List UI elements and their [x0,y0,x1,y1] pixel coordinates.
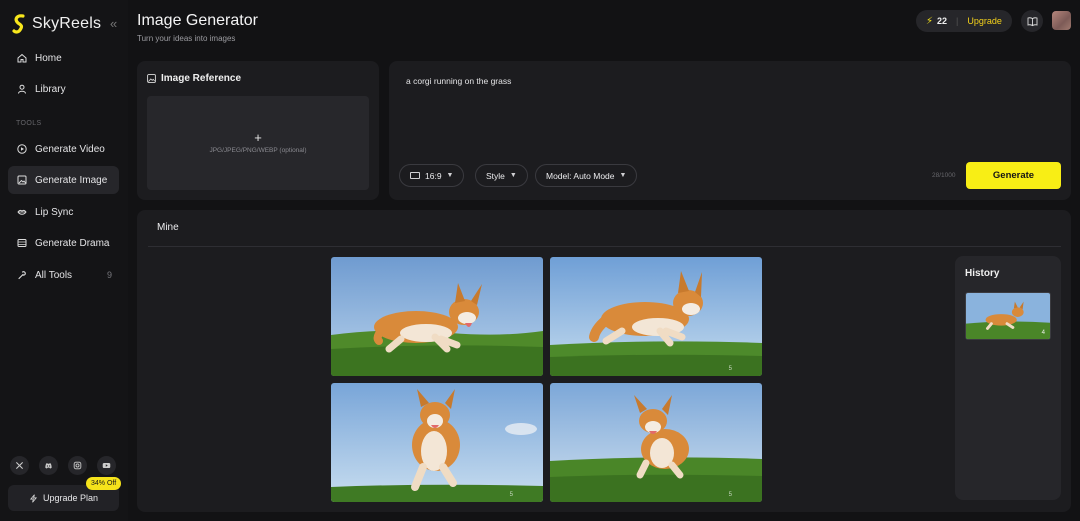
sidebar-item-label: Library [35,83,66,95]
sidebar-item-generate-video[interactable]: Generate Video [8,135,119,163]
discount-badge: 34% Off [86,477,122,490]
model-value: Model: Auto Mode [546,170,615,181]
image-upload-dropzone[interactable]: + JPG/JPEG/PNG/WEBP (optional) [147,96,369,190]
tools-count: 9 [106,270,112,280]
separator: | [956,16,959,26]
book-icon [1027,16,1037,26]
history-image-count: 4 [1041,330,1045,336]
sidebar-item-home[interactable]: Home [8,44,119,72]
brand-name: SkyReels [32,15,102,32]
generated-image-1[interactable] [331,257,543,376]
sidebar-item-generate-image[interactable]: Generate Image [8,166,119,194]
image-icon [17,175,27,185]
sidebar-item-all-tools[interactable]: All Tools 9 [8,261,119,289]
corgi-thumbnail-image [966,293,1050,339]
generated-image-3[interactable]: 5 [331,383,543,502]
results-panel: Mine 5 5 5 History 4 [137,210,1071,512]
tools-icon [18,271,26,280]
instagram-icon[interactable] [68,456,87,475]
prompt-input[interactable]: a corgi running on the grass [406,76,511,86]
page-subtitle: Turn your ideas into images [137,34,236,43]
page-title: Image Generator [137,12,258,29]
docs-button[interactable] [1021,10,1043,32]
sidebar-item-library[interactable]: Library [8,75,119,103]
sidebar-item-lip-sync[interactable]: Lip Sync [8,198,119,226]
plus-icon: + [254,130,262,145]
aspect-ratio-select[interactable]: 16:9 ▼ [399,164,465,187]
sidebar-item-label: Lip Sync [35,206,74,218]
sidebar-item-label: Generate Image [35,174,108,186]
discord-icon[interactable] [39,456,58,475]
corgi-image [331,383,543,502]
sidebar: SkyReels « Home Library TOOLS Generate V… [0,0,128,521]
film-icon [17,239,27,247]
style-value: Style [486,170,505,181]
lips-icon [17,209,27,215]
credits-count: 22 [937,16,948,26]
divider [148,246,1061,247]
sidebar-item-label: Home [35,52,62,64]
aspect-ratio-icon [410,172,420,179]
aspect-ratio-value: 16:9 [425,170,442,181]
avatar[interactable] [1052,11,1071,30]
image-index: 5 [509,492,513,498]
history-title: History [965,268,1000,279]
image-index: 5 [728,492,732,498]
model-select[interactable]: Model: Auto Mode ▼ [535,164,638,187]
caret-down-icon: ▼ [446,172,454,179]
credits-pill[interactable]: ⚡ 22 | Upgrade [916,10,1012,32]
character-count: 28/1000 [932,172,956,179]
chevrons-left-icon[interactable]: « [110,16,117,31]
generated-image-2[interactable]: 5 [550,257,762,376]
user-icon [18,84,26,94]
sidebar-item-label: All Tools [35,269,73,281]
generated-image-4[interactable]: 5 [550,383,762,502]
image-index: 5 [728,366,732,372]
bolt-icon: ⚡ [926,15,934,27]
upgrade-link[interactable]: Upgrade [967,16,1002,26]
corgi-image [331,257,543,376]
skyreels-logo-icon [12,14,25,34]
image-icon [147,74,156,83]
play-circle-icon [17,144,27,154]
image-reference-panel: Image Reference + JPG/JPEG/PNG/WEBP (opt… [137,61,379,200]
bolt-icon [29,493,38,503]
generate-button[interactable]: Generate [966,162,1061,189]
corgi-image [550,257,762,376]
image-reference-title: Image Reference [147,73,241,84]
home-icon [17,53,27,63]
caret-down-icon: ▼ [619,172,627,179]
sidebar-item-generate-drama[interactable]: Generate Drama [8,229,119,257]
caret-down-icon: ▼ [509,172,517,179]
style-select[interactable]: Style ▼ [475,164,528,187]
tools-section-label: TOOLS [16,120,42,127]
history-panel: History 4 [955,256,1061,500]
corgi-image [550,383,762,502]
image-reference-label: Image Reference [161,73,242,84]
sidebar-item-label: Generate Drama [35,237,110,249]
prompt-panel: a corgi running on the grass 16:9 ▼ Styl… [389,61,1071,200]
sidebar-item-label: Generate Video [35,143,105,155]
logo[interactable]: SkyReels [12,14,101,34]
history-thumbnail[interactable]: 4 [965,292,1051,340]
upgrade-plan-label: Upgrade Plan [42,493,99,503]
social-links [10,456,116,475]
youtube-icon[interactable] [97,456,116,475]
x-icon[interactable] [10,456,29,475]
tab-mine[interactable]: Mine [157,222,179,233]
upload-hint: JPG/JPEG/PNG/WEBP (optional) [209,147,307,154]
